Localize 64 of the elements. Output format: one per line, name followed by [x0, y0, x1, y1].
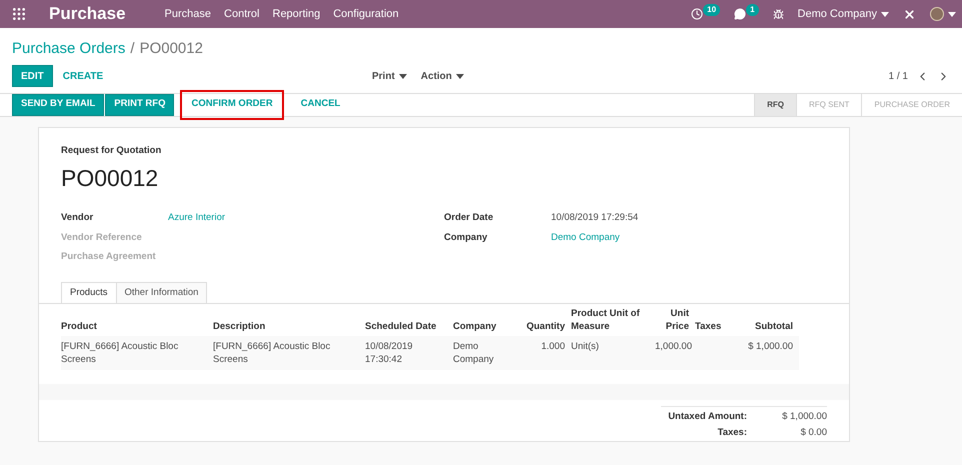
- field-label: Purchase Agreement: [61, 250, 157, 264]
- column-header[interactable]: Company: [453, 304, 515, 336]
- total-label: Taxes:: [718, 426, 747, 440]
- caret-icon: [456, 74, 464, 78]
- vendor-link[interactable]: Azure Interior: [168, 211, 226, 226]
- table-cell: $ 1,000.00: [748, 341, 793, 352]
- field-value: 10/08/2019 17:29:54: [551, 211, 638, 226]
- activity-icon[interactable]: [691, 8, 704, 20]
- messages-badge: 1: [746, 4, 759, 16]
- edit-button[interactable]: EDIT: [12, 65, 53, 87]
- app-title: Purchase: [49, 3, 126, 26]
- column-header[interactable]: Subtotal: [735, 304, 799, 336]
- statusbar-button[interactable]: SEND BY EMAIL: [12, 94, 104, 116]
- messages-icon[interactable]: [734, 8, 746, 20]
- breadcrumb-separator: /: [130, 39, 135, 59]
- column-header[interactable]: Quantity: [515, 304, 571, 336]
- column-header[interactable]: Scheduled Date: [365, 304, 453, 336]
- total-label: Untaxed Amount:: [668, 410, 747, 424]
- column-header[interactable]: Taxes: [695, 304, 735, 336]
- menu-item[interactable]: Reporting: [272, 6, 320, 22]
- table-cell: 10/08/2019 17:30:42: [365, 341, 413, 365]
- menu-item[interactable]: Configuration: [333, 6, 399, 22]
- breadcrumb-link[interactable]: Purchase Orders: [12, 38, 126, 60]
- caret-icon: [398, 74, 407, 78]
- column-header[interactable]: Unit Price: [655, 304, 695, 336]
- company-switcher[interactable]: Demo Company: [798, 6, 889, 22]
- create-button[interactable]: CREATE: [54, 65, 112, 87]
- caret-icon: [881, 12, 889, 16]
- table-cell: [FURN_6666] Acoustic Bloc Screens: [61, 341, 178, 365]
- user-avatar[interactable]: [930, 7, 944, 21]
- pager-text: 1 / 1: [888, 70, 908, 84]
- document-number: PO00012: [61, 164, 160, 193]
- column-header[interactable]: Product Unit of Measure: [571, 304, 655, 336]
- table-cell: [FURN_6666] Acoustic Bloc Screens: [213, 341, 330, 365]
- notebook-tab[interactable]: Other Information: [116, 282, 208, 304]
- apps-menu-icon[interactable]: [11, 6, 27, 22]
- status-step[interactable]: RFQ: [754, 94, 796, 116]
- dropdown-menu-button[interactable]: Print: [372, 68, 407, 84]
- dropdown-menu-button[interactable]: Action: [420, 68, 464, 84]
- total-value: $ 1,000.00: [781, 410, 827, 424]
- table-cell: Demo Company: [453, 341, 494, 365]
- caret-icon: [948, 12, 956, 16]
- column-header[interactable]: Description: [213, 304, 365, 336]
- close-icon[interactable]: [903, 8, 916, 20]
- company-link[interactable]: Demo Company: [551, 230, 620, 245]
- statusbar-button[interactable]: CONFIRM ORDER: [183, 94, 281, 116]
- statusbar-button[interactable]: PRINT RFQ: [105, 94, 174, 116]
- table-cell: 1,000.00: [655, 341, 692, 352]
- total-value: $ 0.00: [800, 426, 827, 440]
- document-type: Request for Quotation: [61, 144, 162, 158]
- table-cell: Unit(s): [571, 341, 599, 352]
- field-label: Company: [444, 230, 488, 244]
- column-header[interactable]: Product: [61, 304, 213, 336]
- menu-item[interactable]: Control: [224, 6, 260, 22]
- field-label: Vendor: [61, 211, 94, 226]
- field-label: Vendor Reference: [61, 230, 143, 244]
- table-cell: 1.000: [541, 341, 565, 352]
- notebook-tab[interactable]: Products: [61, 282, 116, 304]
- breadcrumb-current: PO00012: [140, 39, 203, 59]
- bug-icon[interactable]: [772, 8, 784, 20]
- field-label: Order Date: [444, 211, 494, 226]
- menu-item[interactable]: Purchase: [164, 6, 212, 22]
- activity-badge: 10: [703, 4, 720, 16]
- statusbar-button[interactable]: CANCEL: [292, 94, 348, 116]
